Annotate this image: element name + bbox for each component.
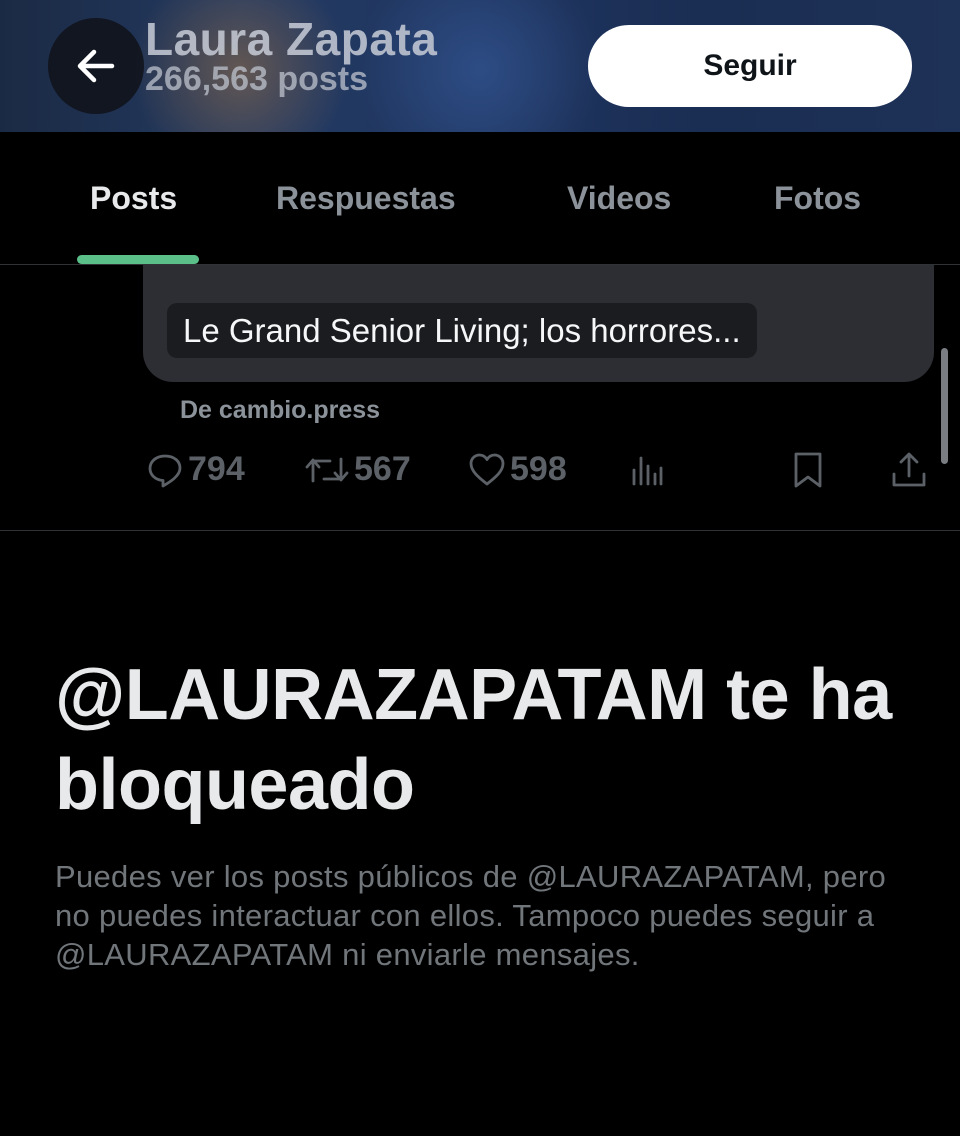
views-icon [632, 456, 663, 486]
back-button[interactable] [48, 18, 144, 114]
post-divider [0, 530, 960, 531]
repost-count: 567 [354, 450, 411, 488]
share-icon [892, 452, 926, 487]
profile-name: Laura Zapata [145, 13, 438, 65]
reply-count: 794 [188, 450, 245, 488]
link-preview-card[interactable]: Le Grand Senior Living; los horrores... [143, 265, 934, 382]
share-button[interactable] [890, 450, 928, 490]
tab-fotos[interactable]: Fotos [774, 180, 861, 217]
like-button[interactable]: 598 [468, 450, 567, 489]
tab-posts[interactable]: Posts [90, 180, 177, 217]
heart-icon [469, 453, 505, 485]
scrollbar[interactable] [941, 348, 948, 464]
profile-header: Laura Zapata 266,563 posts Seguir [0, 0, 960, 132]
tab-videos[interactable]: Videos [567, 180, 671, 217]
link-preview-title: Le Grand Senior Living; los horrores... [167, 303, 757, 358]
like-count: 598 [510, 450, 567, 488]
views-button[interactable] [630, 450, 664, 488]
arrow-left-icon [77, 49, 115, 83]
reply-button[interactable]: 794 [146, 450, 245, 489]
blocked-title: @LAURAZAPATAM te ha bloqueado [55, 655, 892, 825]
active-tab-indicator [77, 255, 199, 264]
blocked-description: Puedes ver los posts públicos de @LAURAZ… [55, 859, 887, 972]
follow-button[interactable]: Seguir [588, 25, 912, 107]
profile-tabs: Posts Respuestas Videos Fotos [0, 132, 960, 265]
link-source: De cambio.press [180, 396, 381, 424]
bookmark-icon [794, 452, 822, 488]
repost-icon [305, 457, 349, 482]
bookmark-button[interactable] [790, 450, 826, 490]
repost-button[interactable]: 567 [304, 450, 411, 489]
reply-icon [148, 454, 182, 487]
post-count: 266,563 posts [145, 60, 369, 98]
tab-respuestas[interactable]: Respuestas [276, 180, 456, 217]
post-actions: 794 567 598 [0, 440, 960, 504]
